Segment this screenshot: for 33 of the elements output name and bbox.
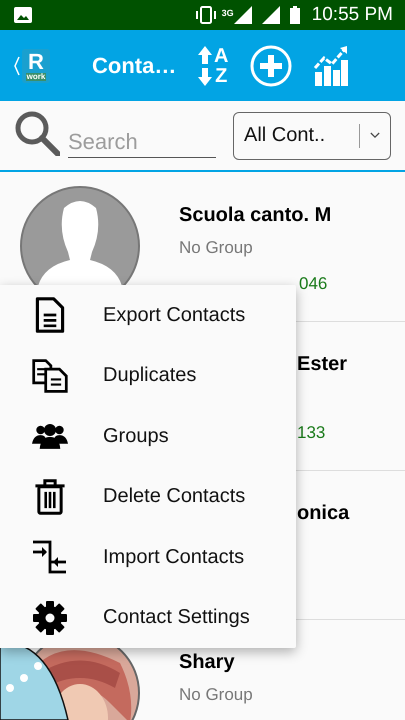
contact-name: Ester: [297, 353, 348, 377]
settings-icon: [32, 600, 68, 636]
menu-item[interactable]: Delete Contacts: [0, 466, 296, 527]
menu-item[interactable]: Export Contacts: [0, 285, 296, 346]
image-icon: [14, 7, 32, 23]
copy-documents-icon: [32, 358, 68, 394]
import-arrows-icon: [32, 539, 68, 576]
app-logo-button[interactable]: R work: [14, 48, 72, 82]
contact-name: Shary: [179, 651, 236, 675]
contact-group: No Group: [179, 685, 253, 720]
signal-icon: [234, 6, 252, 24]
network-type-label: 3G: [222, 8, 234, 18]
contact-group: No Group: [179, 238, 332, 274]
back-chevron-icon: [14, 56, 20, 76]
search-field[interactable]: Search: [68, 127, 216, 158]
menu-item[interactable]: Duplicates: [0, 346, 296, 406]
screen-title: Conta…: [92, 52, 178, 78]
chevron-down-icon: [370, 132, 380, 139]
menu-item[interactable]: Import Contacts: [0, 527, 296, 588]
contact-phone: 133: [297, 423, 326, 443]
contact-name: onica: [297, 502, 350, 526]
filter-dropdown[interactable]: All Cont..: [233, 112, 391, 160]
menu-item[interactable]: Contact Settings: [0, 588, 296, 648]
menu-item[interactable]: Groups: [0, 406, 296, 466]
add-button[interactable]: [250, 44, 292, 86]
signal-icon: [262, 6, 280, 24]
battery-icon: [290, 6, 300, 24]
chart-button[interactable]: [314, 46, 348, 86]
contact-name: Scuola canto. M: [179, 204, 332, 228]
contact-phone: 046: [299, 274, 328, 294]
vibrate-icon: [194, 6, 218, 24]
search-icon: [14, 110, 60, 156]
clock-time: 10:55 PM: [312, 4, 393, 26]
